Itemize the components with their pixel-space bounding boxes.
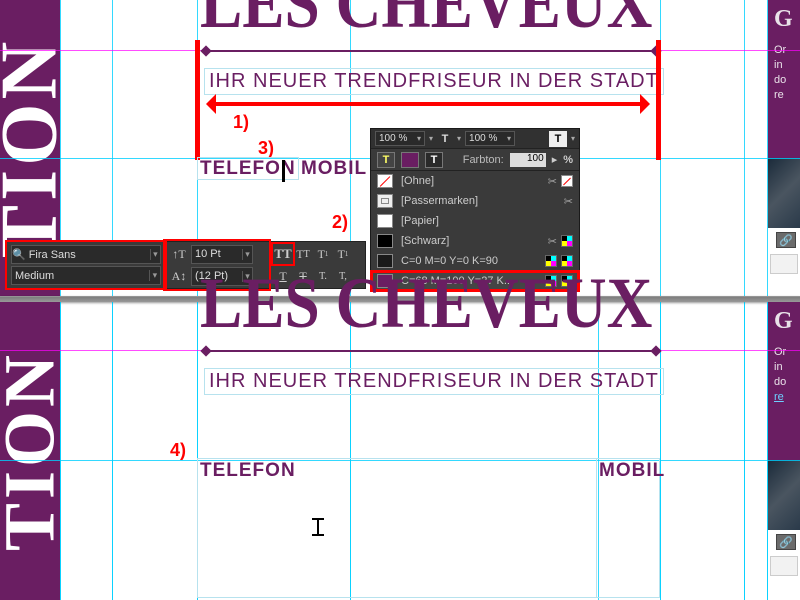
headline-text-top[interactable]: LES CHEVEUX bbox=[200, 0, 652, 45]
right-peek-image-top bbox=[768, 158, 800, 228]
facing-page-left-bottom: TION bbox=[0, 302, 60, 600]
chevron-down-icon[interactable]: ▾ bbox=[457, 134, 461, 143]
chevron-down-icon[interactable]: ▾ bbox=[149, 270, 160, 281]
swatch-chip bbox=[377, 174, 393, 188]
allcaps-button[interactable]: TT bbox=[273, 244, 293, 264]
annotation-4: 4) bbox=[170, 440, 186, 461]
zoom-right-field[interactable]: 100 %▾ bbox=[465, 131, 515, 146]
font-size-icon: ↑T bbox=[169, 244, 189, 264]
font-size-field[interactable]: ▾ bbox=[191, 245, 253, 264]
chevron-down-icon[interactable]: ▾ bbox=[571, 134, 575, 143]
link-icon[interactable]: 🔗 bbox=[776, 534, 796, 550]
swatch-row[interactable]: [Ohne] ✂ bbox=[371, 171, 579, 191]
swatch-tail: ✂ bbox=[548, 235, 573, 248]
telefon-label-bottom: TELEFON bbox=[200, 460, 296, 482]
swatches-panel-header: 100 %▾ ▾ T ▾ 100 %▾ T ▾ bbox=[371, 129, 579, 149]
right-peek-body-bottom: Or in dore bbox=[774, 345, 800, 404]
facing-page-right-top: G Or in do re bbox=[768, 0, 800, 158]
tint-field[interactable]: 100 bbox=[510, 153, 546, 167]
tint-label: Farbton: bbox=[463, 154, 504, 166]
cmyk-icon bbox=[561, 235, 573, 247]
guide-vertical bbox=[60, 302, 61, 600]
formatting-text-icon[interactable]: T bbox=[425, 152, 443, 168]
chevron-down-icon[interactable]: ▾ bbox=[150, 249, 160, 260]
none-icon bbox=[561, 175, 573, 187]
font-family-input[interactable] bbox=[26, 249, 150, 261]
red-width-arrow bbox=[210, 102, 646, 106]
subheadline-text-bottom[interactable]: IHR NEUER TRENDFRISEUR IN DER STADT bbox=[204, 368, 664, 395]
mobil-label-bottom: MOBIL bbox=[599, 460, 665, 482]
noedit-icon: ✂ bbox=[548, 175, 557, 188]
guide-vertical bbox=[767, 302, 768, 600]
swatch-row[interactable]: [Papier] bbox=[371, 211, 579, 231]
object-chip[interactable] bbox=[770, 556, 798, 576]
percent-label: % bbox=[563, 154, 573, 166]
annotation-3: 3) bbox=[258, 138, 274, 159]
noedit-icon: ✂ bbox=[548, 235, 557, 248]
textframe-telefon[interactable]: TELEFON bbox=[197, 458, 597, 598]
swatch-name: [Papier] bbox=[401, 215, 565, 227]
link-icon[interactable]: 🔗 bbox=[776, 232, 796, 248]
right-peek-link[interactable]: re bbox=[774, 391, 784, 403]
swatch-row[interactable]: [Passermarken] ✂ bbox=[371, 191, 579, 211]
object-chip[interactable] bbox=[770, 254, 798, 274]
font-family-field[interactable]: 🔍 ▾ bbox=[11, 245, 161, 264]
right-peek-body: Or in do re bbox=[774, 43, 800, 102]
type-fill-icon[interactable]: T bbox=[437, 131, 453, 147]
font-weight-field[interactable]: ▾ bbox=[11, 266, 161, 285]
zoom-left-field[interactable]: 100 %▾ bbox=[375, 131, 425, 146]
text-cursor-icon bbox=[312, 518, 324, 536]
chevron-right-icon[interactable]: ▸ bbox=[552, 153, 558, 166]
facing-page-right-bottom: G Or in dore bbox=[768, 302, 800, 460]
guide-vertical bbox=[660, 302, 661, 600]
search-icon: 🔍 bbox=[12, 248, 26, 261]
subscript-button[interactable]: T1 bbox=[333, 244, 353, 264]
noedit-icon: ✂ bbox=[564, 195, 573, 208]
font-weight-input[interactable] bbox=[12, 270, 149, 282]
left-vertical-text: TION bbox=[0, 38, 76, 259]
annotation-2: 2) bbox=[332, 212, 348, 233]
formatting-affects-text-icon[interactable]: T bbox=[549, 131, 567, 147]
textframe-mobil[interactable]: MOBIL bbox=[597, 458, 660, 598]
indesign-canvas: TION G Or in do re 🔗 LES CHEVEUX IHR NEU… bbox=[0, 0, 800, 600]
headline-text-bottom[interactable]: LES CHEVEUX bbox=[200, 262, 652, 345]
text-caret bbox=[282, 160, 285, 182]
swatches-tint-row: T T Farbton: 100 ▸ % bbox=[371, 149, 579, 171]
leading-icon: A↕ bbox=[169, 266, 189, 286]
swatch-chip bbox=[377, 234, 393, 248]
chevron-down-icon[interactable]: ▾ bbox=[429, 134, 433, 143]
decorative-rule-top bbox=[206, 50, 656, 52]
swatch-tail: ✂ bbox=[548, 175, 573, 188]
mobil-label-top: MOBIL bbox=[301, 158, 367, 179]
swatch-name: [Schwarz] bbox=[401, 235, 540, 247]
right-peek-heading-bottom: G bbox=[774, 308, 800, 335]
right-peek-image-bottom bbox=[768, 460, 800, 530]
chevron-down-icon[interactable]: ▾ bbox=[242, 249, 252, 260]
swatch-tail: ✂ bbox=[564, 195, 573, 208]
swatch-name: [Ohne] bbox=[401, 175, 540, 187]
swatch-chip bbox=[377, 194, 393, 208]
chevron-down-icon[interactable]: ▾ bbox=[417, 134, 421, 143]
annotation-1: 1) bbox=[233, 112, 249, 133]
current-fill-chip[interactable] bbox=[401, 152, 419, 168]
fill-stroke-proxy[interactable]: T bbox=[377, 152, 395, 168]
guide-vertical bbox=[744, 302, 745, 600]
swatch-row[interactable]: [Schwarz] ✂ bbox=[371, 231, 579, 251]
decorative-rule-bottom bbox=[206, 350, 656, 352]
subheadline-text-top[interactable]: IHR NEUER TRENDFRISEUR IN DER STADT bbox=[204, 68, 664, 95]
swatch-chip bbox=[377, 214, 393, 228]
guide-vertical bbox=[112, 302, 113, 600]
font-size-input[interactable] bbox=[192, 248, 242, 260]
swatch-name: [Passermarken] bbox=[401, 195, 556, 207]
right-peek-heading: G bbox=[774, 6, 800, 33]
chevron-down-icon[interactable]: ▾ bbox=[507, 134, 511, 143]
superscript-button[interactable]: T1 bbox=[313, 244, 333, 264]
smallcaps-button[interactable]: TT bbox=[293, 244, 313, 264]
